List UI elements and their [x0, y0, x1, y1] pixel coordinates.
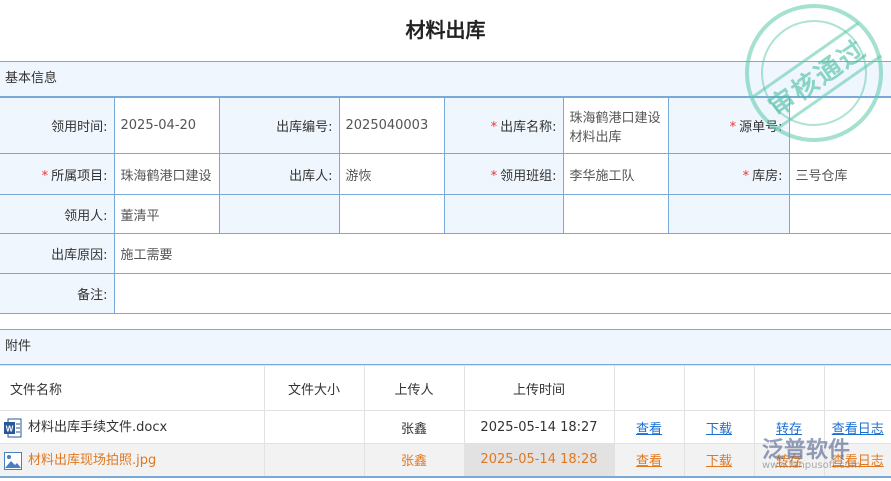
header-file-name: 文件名称	[0, 365, 265, 411]
file-size	[263, 410, 365, 444]
upload-time: 2025-05-14 18:27	[463, 410, 615, 444]
out-name-value: 珠海鹤港口建设材料出库	[562, 97, 669, 154]
svg-text:W: W	[6, 424, 14, 433]
download-link[interactable]: 下载	[706, 422, 732, 437]
required-mark: *	[490, 168, 498, 184]
receiver-label: 领用人:	[0, 194, 115, 234]
source-no-value	[788, 97, 891, 154]
header-empty	[823, 365, 891, 411]
remark-value	[113, 273, 891, 314]
download-link[interactable]: 下载	[706, 454, 732, 469]
out-person-label: 出库人:	[218, 153, 340, 195]
required-mark: *	[742, 168, 750, 184]
required-mark: *	[41, 168, 49, 184]
view-link[interactable]: 查看	[636, 454, 662, 469]
table-row[interactable]: W 材料出库手续文件.docx 张鑫 2025-05-14 18:27 查看 下载…	[0, 410, 891, 444]
out-name-label: * 出库名称:	[443, 97, 564, 154]
header-empty	[753, 365, 825, 411]
reason-value: 施工需要	[113, 233, 891, 274]
file-name-cell: W 材料出库手续文件.docx	[0, 410, 265, 444]
header-empty	[683, 365, 755, 411]
team-value: 李华施工队	[562, 153, 669, 195]
basic-info-form: 领用时间: 2025-04-20 出库编号: 2025040003 * 出库名称:…	[0, 97, 891, 314]
empty-cell	[667, 194, 790, 234]
required-mark: *	[490, 120, 498, 135]
header-empty	[613, 365, 685, 411]
save-as-link[interactable]: 转存	[776, 422, 802, 437]
receive-time-label: 领用时间:	[0, 97, 115, 154]
warehouse-label: * 库房:	[667, 153, 790, 195]
project-label: * 所属项目:	[0, 153, 115, 195]
reason-label: 出库原因:	[0, 233, 115, 274]
out-no-label: 出库编号:	[218, 97, 340, 154]
header-uploader: 上传人	[363, 365, 465, 411]
header-upload-time: 上传时间	[463, 365, 615, 411]
project-value: 珠海鹤港口建设	[113, 153, 220, 195]
page-title: 材料出库	[405, 18, 486, 42]
uploader: 张鑫	[363, 443, 465, 477]
view-log-link[interactable]: 查看日志	[832, 454, 884, 469]
out-person-value: 游恢	[338, 153, 445, 195]
section-basic-info: 基本信息	[0, 61, 891, 97]
view-link[interactable]: 查看	[636, 422, 662, 437]
attachments-table: 文件名称 文件大小 上传人 上传时间 W 材料出库手续文件.docx 张鑫 202…	[0, 365, 891, 478]
uploader: 张鑫	[363, 410, 465, 444]
empty-cell	[788, 194, 891, 234]
empty-cell	[562, 194, 669, 234]
empty-cell	[443, 194, 564, 234]
file-name-cell: 材料出库现场拍照.jpg	[0, 443, 265, 477]
file-size	[263, 443, 365, 477]
team-label: * 领用班组:	[443, 153, 564, 195]
receive-time-value: 2025-04-20	[113, 97, 220, 154]
upload-time: 2025-05-14 18:28	[463, 443, 615, 477]
required-mark: *	[729, 120, 737, 135]
save-as-link[interactable]: 转存	[776, 454, 802, 469]
warehouse-value: 三号仓库	[788, 153, 891, 195]
empty-cell	[218, 194, 340, 234]
section-attachments: 附件	[0, 329, 891, 365]
remark-label: 备注:	[0, 273, 115, 314]
out-no-value: 2025040003	[338, 97, 445, 154]
view-log-link[interactable]: 查看日志	[832, 422, 884, 437]
source-no-label: * 源单号:	[667, 97, 790, 154]
table-header: 文件名称 文件大小 上传人 上传时间	[0, 365, 891, 411]
file-name: 材料出库现场拍照.jpg	[28, 453, 157, 468]
word-file-icon: W	[4, 418, 22, 438]
empty-cell	[338, 194, 445, 234]
image-file-icon	[4, 451, 22, 471]
table-row[interactable]: 材料出库现场拍照.jpg 张鑫 2025-05-14 18:28 查看 下载 转…	[0, 443, 891, 477]
file-name: 材料出库手续文件.docx	[28, 420, 168, 436]
receiver-value: 董清平	[113, 194, 220, 234]
header-file-size: 文件大小	[263, 365, 365, 411]
